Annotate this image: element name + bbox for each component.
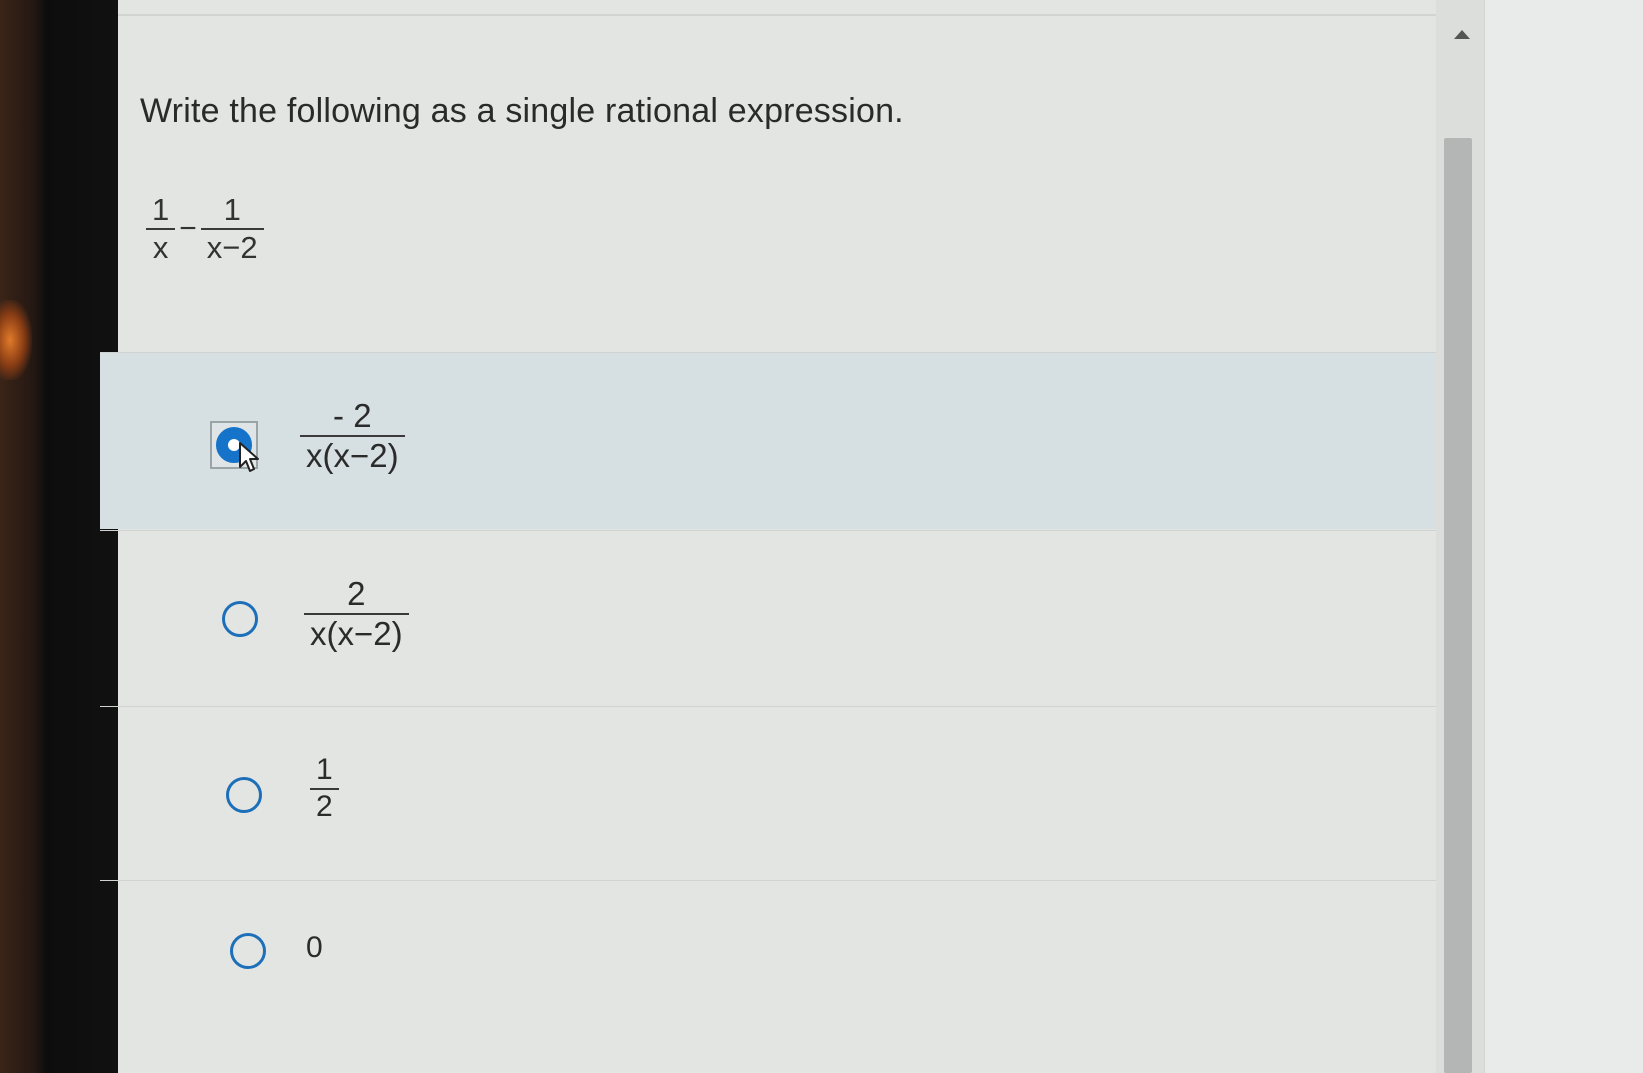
operator: − (179, 211, 197, 245)
radio-button-d[interactable] (230, 933, 266, 969)
choice-d-value: 0 (306, 931, 323, 964)
term2-denominator: x−2 (206, 229, 258, 265)
scrollbar-thumb[interactable] (1444, 138, 1472, 1073)
scroll-up-arrow-icon[interactable] (1454, 30, 1470, 39)
choice-b-numerator: 2 (347, 575, 366, 612)
choice-d[interactable]: 0 (100, 880, 1510, 1057)
question-panel: Write the following as a single rational… (100, 0, 1510, 1073)
question-prompt: Write the following as a single rational… (140, 92, 904, 130)
choice-b[interactable]: 2 x(x−2) (100, 530, 1510, 707)
term2-numerator: 1 (223, 192, 241, 227)
choice-b-denominator: x(x−2) (310, 614, 403, 652)
term1-numerator: 1 (152, 192, 170, 227)
choice-a[interactable]: - 2 x(x−2) (100, 352, 1510, 529)
choice-b-fraction: 2 x(x−2) (304, 575, 409, 653)
right-panel (1484, 0, 1643, 1073)
mouse-pointer-icon (239, 442, 259, 472)
choice-a-denominator: x(x−2) (306, 436, 399, 474)
term1-denominator: x (152, 229, 169, 265)
choice-c-denominator: 2 (316, 789, 333, 823)
screen: Write the following as a single rational… (100, 0, 1643, 1073)
term1-fraction: 1 x (146, 192, 176, 265)
bezel-light-reflection (0, 300, 32, 380)
radio-button-c[interactable] (226, 777, 262, 813)
term2-fraction: 1 x−2 (200, 192, 264, 265)
choice-a-fraction: - 2 x(x−2) (300, 397, 405, 475)
question-expression: 1 x − 1 x−2 (146, 192, 264, 265)
choice-c[interactable]: 1 2 (100, 706, 1510, 883)
choice-a-numerator: - 2 (333, 397, 372, 434)
radio-button-b[interactable] (222, 601, 258, 637)
choice-c-fraction: 1 2 (310, 753, 339, 824)
choice-c-numerator: 1 (316, 753, 333, 786)
